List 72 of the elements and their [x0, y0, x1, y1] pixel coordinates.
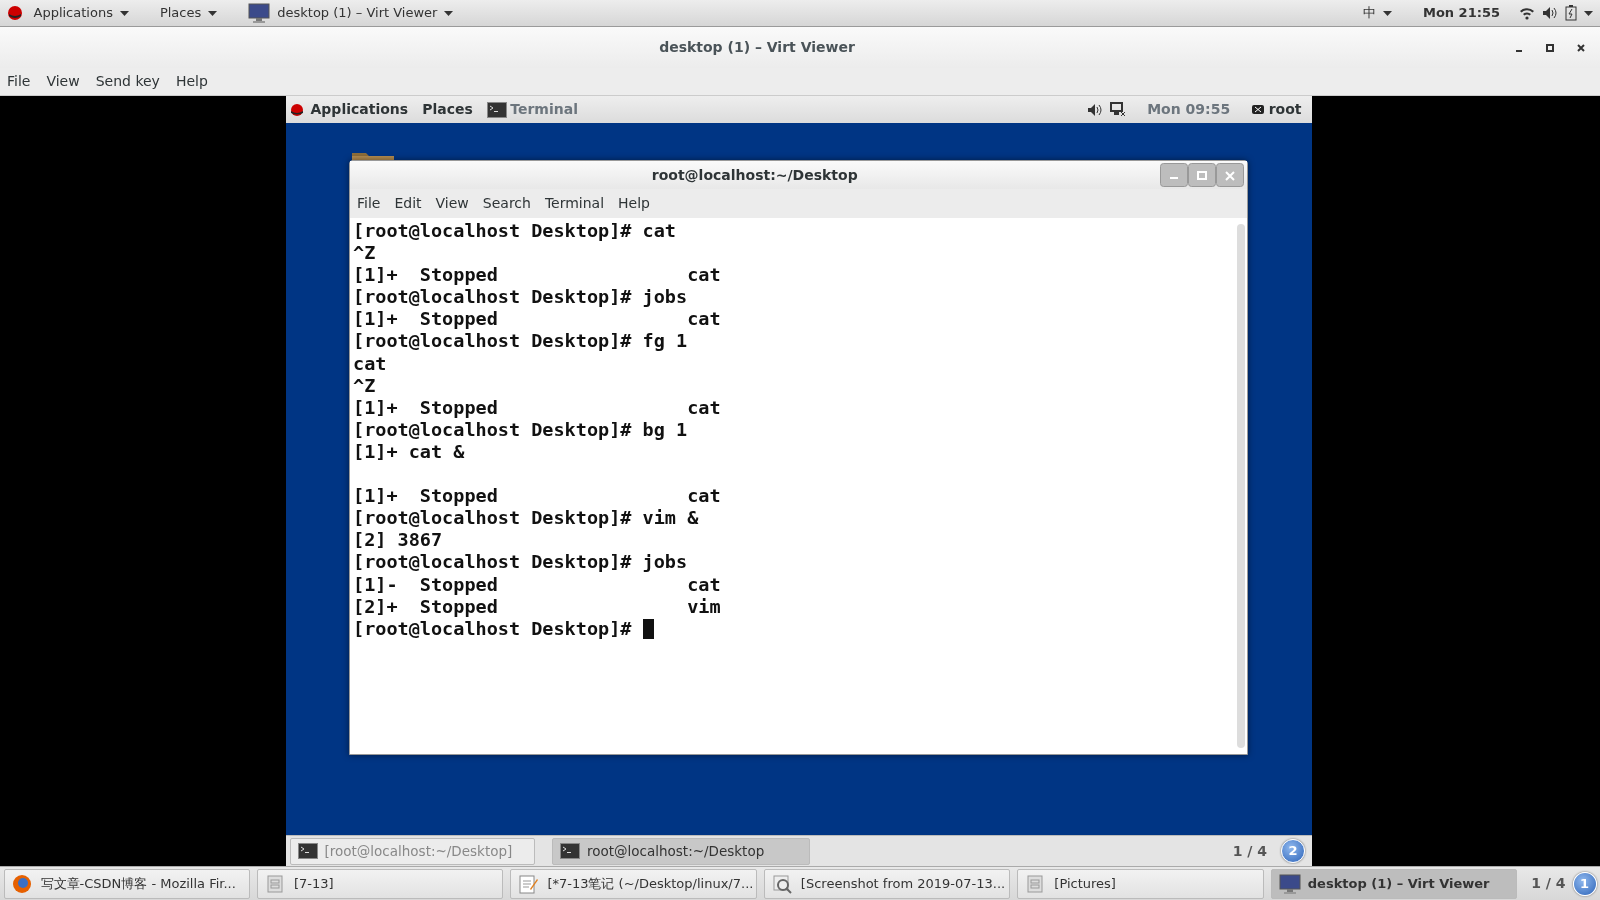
- terminal-line: [root@localhost Desktop]# jobs: [353, 551, 688, 574]
- terminal-line: [root@localhost Desktop]# cat: [353, 220, 676, 243]
- taskbar-item[interactable]: [Pictures]: [1017, 868, 1264, 899]
- menu-item[interactable]: Help: [175, 71, 208, 92]
- redhat-icon: [7, 5, 23, 21]
- menu-item[interactable]: View: [435, 193, 469, 214]
- terminal-line: [root@localhost Desktop]# jobs: [353, 286, 688, 309]
- magnifier-icon: [771, 873, 794, 894]
- redhat-icon: [289, 102, 304, 117]
- caret-icon: [1382, 10, 1392, 16]
- user-menu[interactable]: root: [1251, 99, 1302, 120]
- terminal-line: [root@localhost Desktop]# vim &: [353, 507, 699, 530]
- terminal-line: [root@localhost Desktop]#: [353, 617, 633, 640]
- volume-icon: [1087, 102, 1104, 117]
- taskbar-item[interactable]: [Screenshot from 2019-07-13...: [763, 868, 1011, 899]
- menu-item[interactable]: Edit: [394, 193, 422, 214]
- monitor-icon: [1278, 873, 1301, 894]
- scrollbar[interactable]: [1237, 224, 1245, 748]
- network-icon: [1110, 102, 1127, 117]
- menu-item[interactable]: Terminal: [544, 193, 605, 214]
- window-menu[interactable]: desktop (1) – Virt Viewer: [236, 3, 466, 23]
- notepad-icon: [518, 873, 541, 894]
- terminal-line: [root@localhost Desktop]# bg 1: [353, 418, 688, 441]
- terminal-line: ^Z: [353, 242, 376, 265]
- taskbar-item[interactable]: [*7-13笔记 (~/Desktop/linux/7...: [510, 868, 757, 899]
- menu-item[interactable]: File: [7, 71, 31, 92]
- workspace-indicator[interactable]: 1 / 4: [1531, 873, 1566, 894]
- terminal-icon: [486, 101, 507, 118]
- caret-icon: [208, 10, 218, 16]
- terminal-line: cat: [353, 352, 387, 375]
- wifi-icon: [1519, 6, 1535, 20]
- close-icon[interactable]: [1576, 42, 1586, 53]
- window-title: desktop (1) – Virt Viewer: [658, 38, 856, 57]
- menu-item[interactable]: Search: [482, 193, 531, 214]
- applications-menu[interactable]: Applications: [30, 3, 141, 23]
- window-title: root@localhost:~/Desktop: [650, 165, 859, 185]
- menu-item[interactable]: Help: [618, 193, 650, 214]
- volume-icon: [1542, 6, 1558, 20]
- input-method-menu[interactable]: 中: [1350, 3, 1404, 23]
- monitor-icon: [248, 3, 271, 23]
- terminal-line: [root@localhost Desktop]# fg 1: [353, 330, 688, 353]
- menu-item[interactable]: File: [357, 193, 381, 214]
- taskbar-item[interactable]: 写文章-CSDN博客 - Mozilla Fir...: [3, 868, 250, 899]
- menu-item[interactable]: Send key: [95, 71, 160, 92]
- terminal-line: [1]+ Stopped cat: [353, 396, 721, 419]
- menu-item[interactable]: View: [46, 71, 80, 92]
- terminal-icon: [560, 843, 580, 859]
- terminal-line: [1]+ Stopped cat: [353, 308, 721, 331]
- taskbar-item[interactable]: [7-13]: [256, 868, 504, 899]
- terminal-line: [2] 3867: [353, 529, 443, 552]
- terminal-line: [1]+ Stopped cat: [353, 485, 721, 508]
- terminal-line: [2]+ Stopped vim: [353, 595, 721, 618]
- terminal-icon: [297, 843, 318, 859]
- browser-icon: [11, 873, 34, 894]
- taskbar-item[interactable]: root@localhost:~/Desktop: [552, 837, 810, 865]
- terminal-line: [1]+ cat &: [353, 440, 465, 464]
- taskbar-item[interactable]: desktop (1) – Virt Viewer: [1270, 868, 1518, 899]
- clock[interactable]: Mon 09:55: [1147, 99, 1231, 120]
- places-menu[interactable]: Places: [147, 3, 230, 23]
- caret-icon: [1584, 10, 1593, 16]
- caret-icon: [119, 10, 129, 16]
- caret-icon: [444, 10, 454, 16]
- battery-icon: [1565, 5, 1577, 21]
- maximize-icon[interactable]: [1545, 42, 1555, 53]
- places-menu[interactable]: Places: [422, 99, 473, 120]
- clock[interactable]: Mon 21:55: [1410, 3, 1512, 23]
- workspace-indicator[interactable]: 1 / 4: [1232, 840, 1267, 862]
- app-menu[interactable]: Terminal: [486, 99, 578, 120]
- terminal-line: [1]- Stopped cat: [353, 573, 721, 596]
- applications-menu[interactable]: Applications: [310, 99, 409, 120]
- terminal-line: ^Z: [353, 374, 376, 397]
- terminal-line: [1]+ Stopped cat: [353, 264, 721, 287]
